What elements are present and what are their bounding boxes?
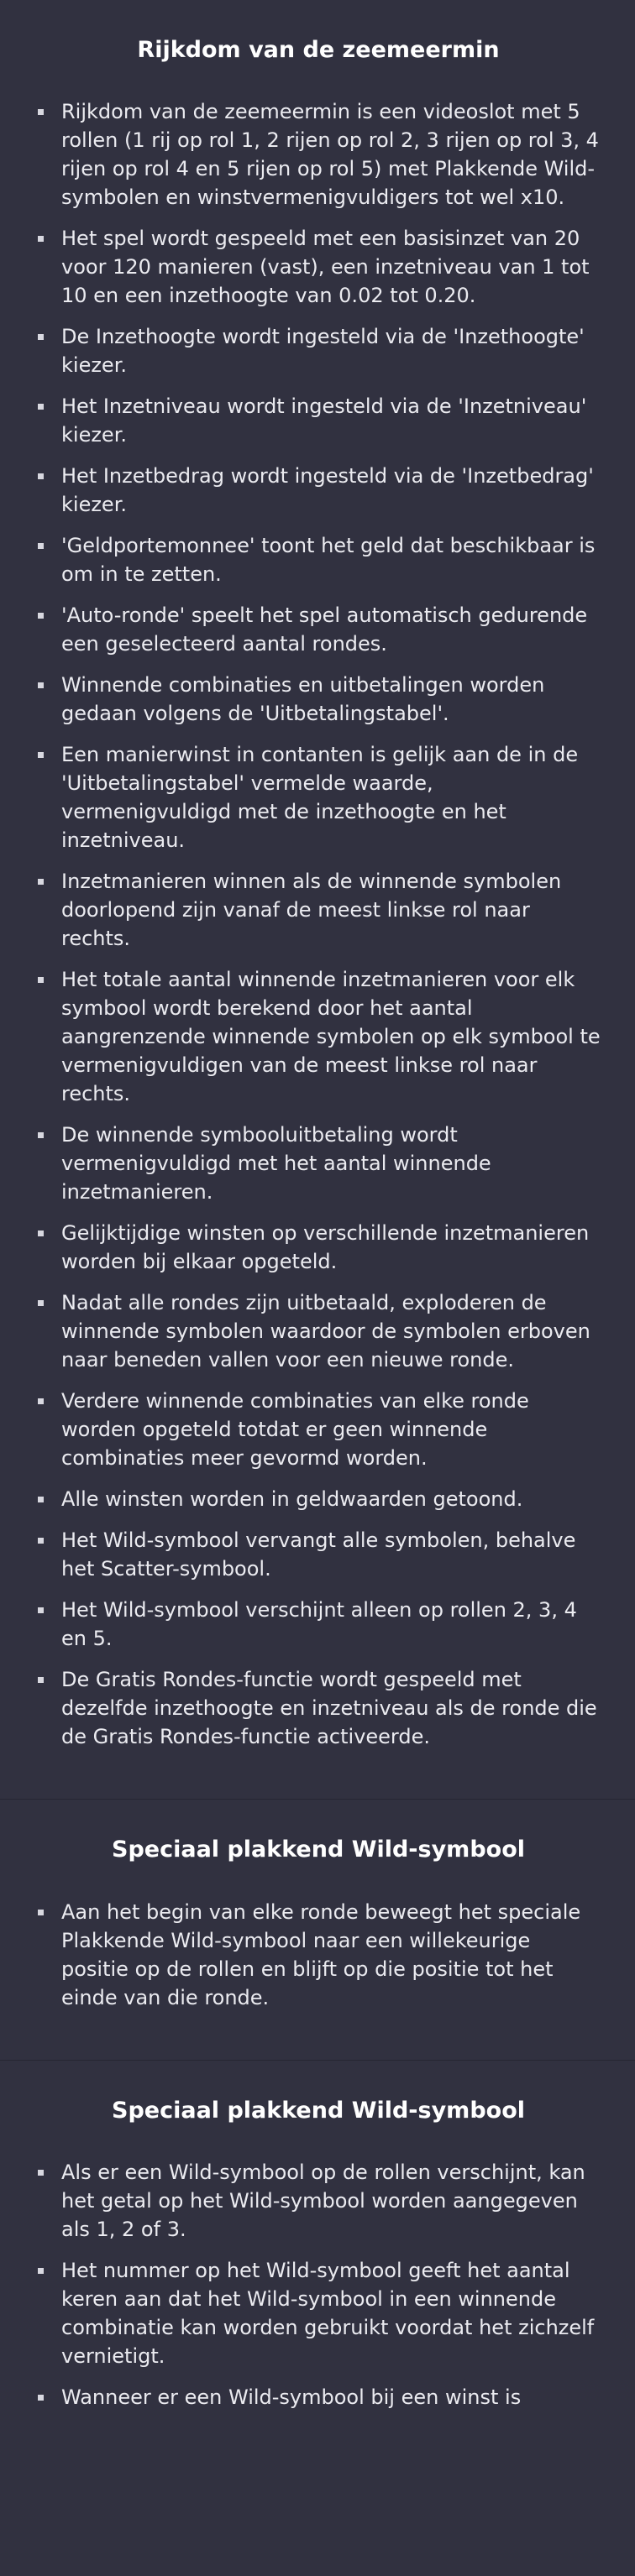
list-item: Wanneer er een Wild-symbool bij een wins… [35, 2383, 601, 2411]
rules-list: Als er een Wild-symbool op de rollen ver… [35, 2158, 601, 2411]
list-item-text: Nadat alle rondes zijn uitbetaald, explo… [61, 1291, 590, 1372]
list-item-text: Het Wild-symbool vervangt alle symbolen,… [61, 1528, 576, 1581]
bullet-icon [38, 1300, 44, 1307]
section-game-rules: Rijkdom van de zeemeermin Rijkdom van de… [0, 0, 635, 1799]
list-item: Een manierwinst in contanten is gelijk a… [35, 740, 601, 854]
bullet-icon [38, 1497, 44, 1503]
bullet-icon [38, 543, 44, 550]
list-item-text: Alle winsten worden in geldwaarden getoo… [61, 1487, 523, 1512]
list-item: Het Inzetbedrag wordt ingesteld via de '… [35, 462, 601, 519]
list-item-text: 'Auto-ronde' speelt het spel automatisch… [61, 604, 588, 656]
list-item: Het Inzetniveau wordt ingesteld via de '… [35, 392, 601, 449]
list-item-text: De Gratis Rondes-functie wordt gespeeld … [61, 1668, 597, 1749]
list-item: Winnende combinaties en uitbetalingen wo… [35, 671, 601, 728]
section-sticky-wild-counter: Speciaal plakkend Wild-symbool Als er ee… [0, 2059, 635, 2459]
bullet-icon [38, 473, 44, 480]
list-item-text: Het Wild-symbool verschijnt alleen op ro… [61, 1598, 577, 1651]
list-item: De Gratis Rondes-functie wordt gespeeld … [35, 1665, 601, 1751]
bullet-icon [38, 334, 44, 341]
bullet-icon [38, 1398, 44, 1405]
list-item: Het Wild-symbool vervangt alle symbolen,… [35, 1526, 601, 1583]
list-item: Het nummer op het Wild-symbool geeft het… [35, 2256, 601, 2370]
list-item-text: Winnende combinaties en uitbetalingen wo… [61, 673, 545, 726]
list-item-text: De winnende symbooluitbetaling wordt ver… [61, 1123, 491, 1204]
list-item: Alle winsten worden in geldwaarden getoo… [35, 1485, 601, 1513]
bullet-icon [38, 1132, 44, 1139]
bullet-icon [38, 879, 44, 886]
bullet-icon [38, 752, 44, 759]
list-item: Gelijktijdige winsten op verschillende i… [35, 1219, 601, 1276]
list-item: De Inzethoogte wordt ingesteld via de 'I… [35, 322, 601, 379]
section-title: Speciaal plakkend Wild-symbool [112, 2097, 525, 2124]
bullet-icon [38, 1538, 44, 1544]
list-item: Het Wild-symbool verschijnt alleen op ro… [35, 1596, 601, 1653]
list-item-text: Als er een Wild-symbool op de rollen ver… [61, 2161, 585, 2242]
rules-list: Rijkdom van de zeemeermin is een videosl… [35, 97, 601, 1751]
list-item: Het spel wordt gespeeld met een basisinz… [35, 224, 601, 310]
list-item: 'Auto-ronde' speelt het spel automatisch… [35, 601, 601, 658]
list-item: 'Geldportemonnee' toont het geld dat bes… [35, 531, 601, 588]
list-item-text: Inzetmanieren winnen als de winnende sym… [61, 870, 562, 951]
bullet-icon [38, 1231, 44, 1237]
bullet-icon [38, 682, 44, 689]
list-item: Het totale aantal winnende inzetmanieren… [35, 965, 601, 1108]
list-item-text: Het nummer op het Wild-symbool geeft het… [61, 2259, 595, 2369]
bullet-icon [38, 404, 44, 410]
list-item-text: Een manierwinst in contanten is gelijk a… [61, 743, 579, 853]
bullet-icon [38, 236, 44, 243]
list-item: Aan het begin van elke ronde beweegt het… [35, 1898, 601, 2012]
bullet-icon [38, 1607, 44, 1614]
bullet-icon [38, 977, 44, 984]
section-title: Speciaal plakkend Wild-symbool [112, 1837, 525, 1863]
section-title: Rijkdom van de zeemeermin [137, 37, 500, 63]
bullet-icon [38, 2268, 44, 2275]
list-item-text: Het Inzetbedrag wordt ingesteld via de '… [61, 464, 594, 517]
list-item: Rijkdom van de zeemeermin is een videosl… [35, 97, 601, 212]
bullet-icon [38, 2170, 44, 2176]
list-item-text: Gelijktijdige winsten op verschillende i… [61, 1221, 590, 1274]
bullet-icon [38, 613, 44, 619]
list-item-text: De Inzethoogte wordt ingesteld via de 'I… [61, 325, 585, 378]
bullet-icon [38, 1677, 44, 1684]
list-item-text: Aan het begin van elke ronde beweegt het… [61, 1899, 581, 2009]
list-item: Nadat alle rondes zijn uitbetaald, explo… [35, 1288, 601, 1374]
list-item-text: Het Inzetniveau wordt ingesteld via de '… [61, 394, 587, 447]
section-sticky-wild: Speciaal plakkend Wild-symbool Aan het b… [0, 1799, 635, 2059]
list-item: Als er een Wild-symbool op de rollen ver… [35, 2158, 601, 2244]
bullet-icon [38, 1909, 44, 1915]
list-item: Verdere winnende combinaties van elke ro… [35, 1387, 601, 1472]
list-item-text: Rijkdom van de zeemeermin is een videosl… [61, 100, 599, 210]
list-item: Inzetmanieren winnen als de winnende sym… [35, 867, 601, 953]
list-item-text: Het totale aantal winnende inzetmanieren… [61, 968, 601, 1106]
list-item-text: 'Geldportemonnee' toont het geld dat bes… [61, 534, 596, 587]
list-item-text: Wanneer er een Wild-symbool bij een wins… [61, 2385, 522, 2410]
rules-list: Aan het begin van elke ronde beweegt het… [35, 1898, 601, 2012]
list-item-text: Het spel wordt gespeeld met een basisinz… [61, 227, 590, 308]
list-item: De winnende symbooluitbetaling wordt ver… [35, 1121, 601, 1206]
bullet-icon [38, 2395, 44, 2401]
bullet-icon [38, 109, 44, 116]
rules-page: Rijkdom van de zeemeermin Rijkdom van de… [0, 0, 635, 2576]
list-item-text: Verdere winnende combinaties van elke ro… [61, 1389, 529, 1471]
